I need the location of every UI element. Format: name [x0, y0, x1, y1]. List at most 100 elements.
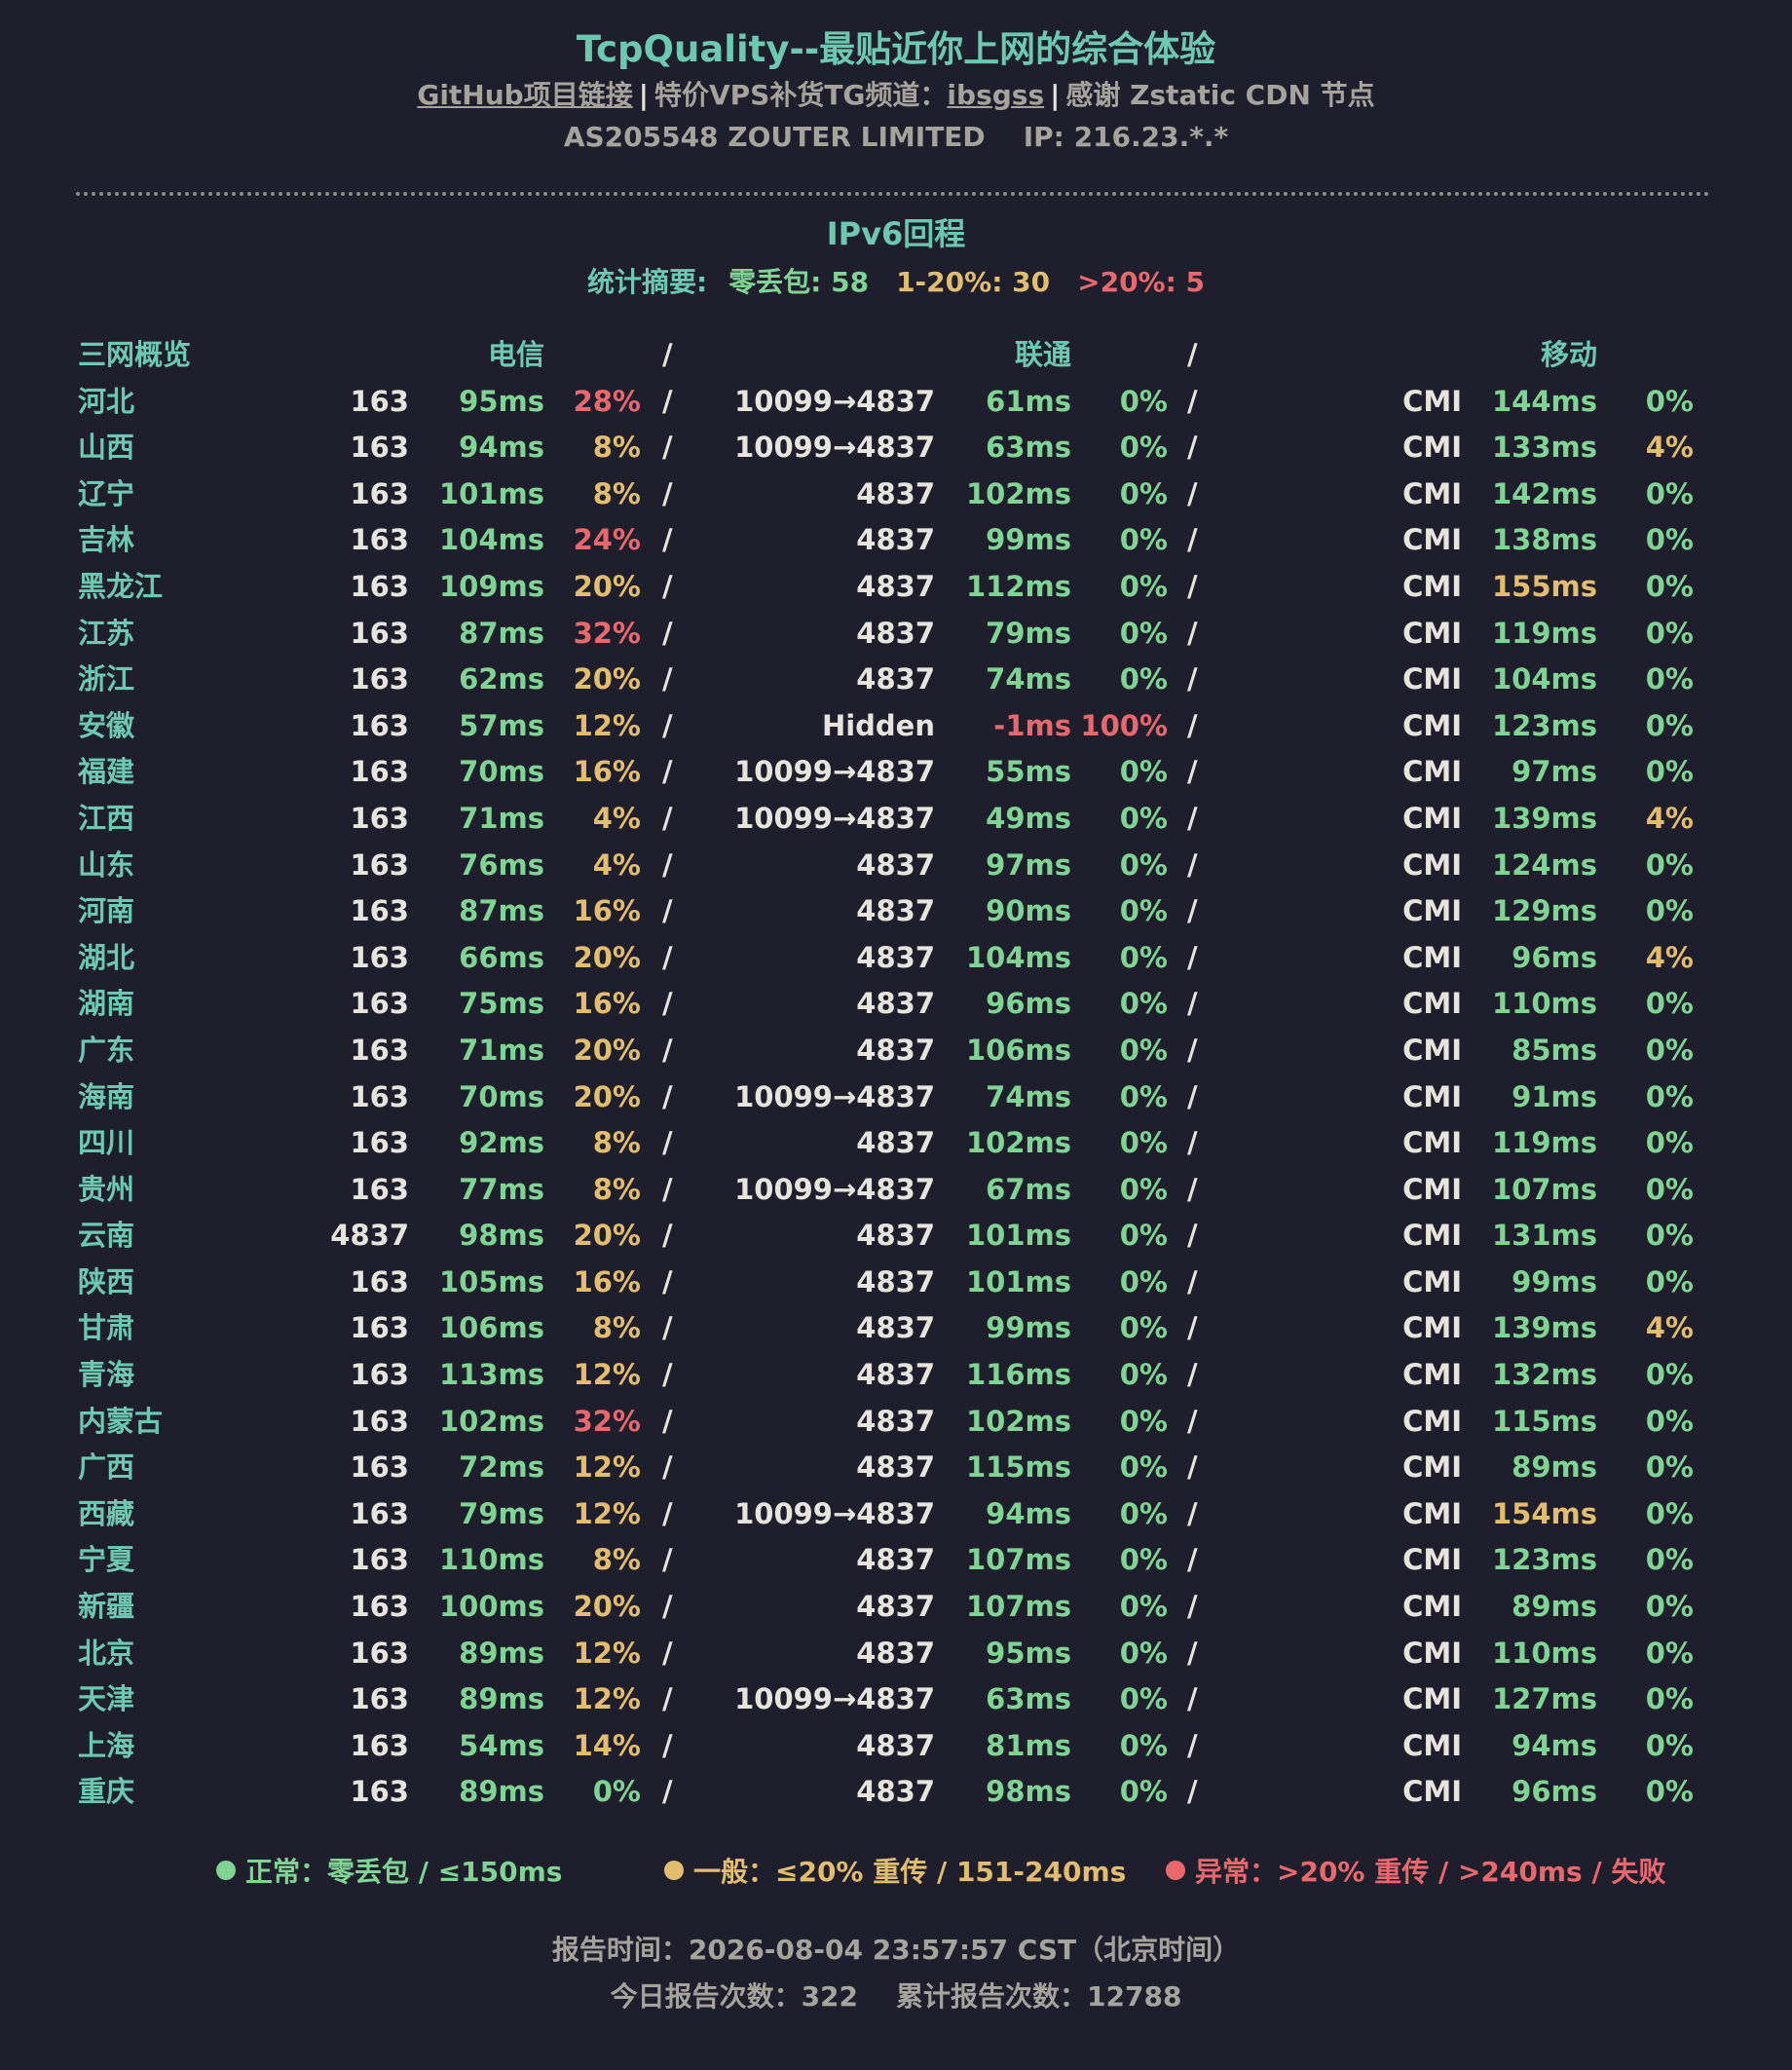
unicom-latency-cell: 63ms: [986, 1682, 1071, 1716]
slash-separator: /: [662, 616, 673, 650]
unicom-loss-cell: 0%: [1119, 1450, 1168, 1485]
telecom-loss-cell: 24%: [573, 523, 641, 557]
telecom-loss-cell: 8%: [592, 431, 641, 465]
slash-separator: /: [1187, 1682, 1198, 1716]
mobile-asn-cell: CMI: [1402, 431, 1462, 465]
province-cell: 陕西: [78, 1264, 135, 1298]
telecom-asn-cell: 163: [350, 801, 409, 835]
tg-channel-link[interactable]: ibsgss: [947, 79, 1044, 111]
telecom-asn-cell: 163: [350, 1264, 409, 1298]
table-row: 贵州 163 77ms 8% / 10099→4837 67ms 0% / CMI 107ms 0%: [0, 1170, 1792, 1217]
unicom-asn-cell: 4837: [856, 1775, 935, 1809]
unicom-asn-cell: 4837: [856, 662, 935, 696]
mid-loss-count: 1-20%: 30: [896, 266, 1051, 298]
province-cell: 北京: [78, 1636, 135, 1670]
unicom-loss-cell: 0%: [1119, 384, 1168, 418]
telecom-asn-cell: 163: [350, 1126, 409, 1160]
header-slash: /: [1187, 338, 1198, 371]
slash-separator: /: [662, 1450, 673, 1485]
unicom-asn-cell: 4837: [856, 616, 935, 650]
province-cell: 河南: [78, 894, 135, 928]
unicom-loss-cell: 0%: [1119, 1126, 1168, 1160]
table-row: 河南 163 87ms 16% / 4837 90ms 0% / CMI 129ms 0%: [0, 891, 1792, 938]
unicom-asn-cell: 4837: [856, 847, 935, 882]
telecom-asn-cell: 163: [350, 384, 409, 418]
unicom-loss-cell: 0%: [1119, 987, 1168, 1021]
table-row: 西藏 163 79ms 12% / 10099→4837 94ms 0% / CMI 154ms 0%: [0, 1494, 1792, 1541]
province-cell: 四川: [78, 1126, 135, 1160]
summary-stats: 统计摘要: 零丢包: 58 1-20%: 30 >20%: 5: [0, 261, 1792, 300]
telecom-loss-cell: 16%: [573, 894, 641, 928]
slash-separator: /: [1187, 384, 1198, 418]
slash-separator: /: [1187, 1079, 1198, 1113]
mobile-loss-cell: 0%: [1645, 1450, 1694, 1485]
table-row: 河北 163 95ms 28% / 10099→4837 61ms 0% / CMI 144ms 0%: [0, 382, 1792, 429]
unicom-loss-cell: 0%: [1119, 431, 1168, 465]
telecom-latency-cell: 71ms: [459, 801, 544, 835]
telecom-loss-cell: 12%: [573, 1358, 641, 1392]
github-link[interactable]: GitHub项目链接: [417, 79, 632, 111]
telecom-latency-cell: 72ms: [459, 1450, 544, 1485]
mobile-asn-cell: CMI: [1402, 384, 1462, 418]
province-cell: 西藏: [78, 1496, 135, 1530]
mobile-latency-cell: 123ms: [1491, 708, 1597, 742]
telecom-asn-cell: 163: [350, 1358, 409, 1392]
mobile-asn-cell: CMI: [1402, 1682, 1462, 1716]
telecom-loss-cell: 8%: [592, 1543, 641, 1577]
telecom-loss-cell: 16%: [573, 987, 641, 1021]
telecom-latency-cell: 95ms: [459, 384, 544, 418]
slash-separator: /: [662, 894, 673, 928]
table-row: 重庆 163 89ms 0% / 4837 98ms 0% / CMI 96ms 0%: [0, 1772, 1792, 1819]
slash-separator: /: [662, 1682, 673, 1716]
province-cell: 内蒙古: [78, 1404, 164, 1438]
slash-separator: /: [1187, 894, 1198, 928]
province-cell: 安徽: [78, 708, 135, 742]
table-row: 内蒙古 163 102ms 32% / 4837 102ms 0% / CMI 115ms 0%: [0, 1402, 1792, 1449]
telecom-loss-cell: 12%: [573, 1450, 641, 1485]
mobile-latency-cell: 97ms: [1512, 755, 1597, 789]
mobile-loss-cell: 0%: [1645, 569, 1694, 603]
unicom-latency-cell: 104ms: [965, 940, 1071, 974]
slash-separator: /: [662, 523, 673, 557]
telecom-loss-cell: 8%: [592, 1172, 641, 1206]
unicom-loss-cell: 0%: [1119, 1264, 1168, 1298]
telecom-asn-cell: 163: [350, 708, 409, 742]
table-row: 福建 163 70ms 16% / 10099→4837 55ms 0% / CMI 97ms 0%: [0, 752, 1792, 799]
unicom-asn-cell: 4837: [856, 1311, 935, 1345]
telecom-latency-cell: 62ms: [459, 662, 544, 696]
mobile-latency-cell: 144ms: [1491, 384, 1597, 418]
telecom-loss-cell: 20%: [573, 1219, 641, 1253]
slash-separator: /: [1187, 1450, 1198, 1485]
slash-separator: /: [1187, 569, 1198, 603]
legend-medium-text: 一般：≤20% 重传 / 151-240ms: [693, 1856, 1127, 1888]
unicom-asn-cell: 10099→4837: [734, 384, 935, 418]
table-row: 湖南 163 75ms 16% / 4837 96ms 0% / CMI 110ms 0%: [0, 984, 1792, 1031]
mobile-latency-cell: 104ms: [1491, 662, 1597, 696]
slash-separator: /: [662, 1728, 673, 1762]
telecom-latency-cell: 70ms: [459, 755, 544, 789]
mobile-loss-cell: 0%: [1645, 987, 1694, 1021]
province-cell: 山西: [78, 431, 135, 465]
province-cell: 海南: [78, 1079, 135, 1113]
yellow-dot-icon: [664, 1861, 684, 1880]
unicom-asn-cell: 4837: [856, 987, 935, 1021]
table-row: 青海 163 113ms 12% / 4837 116ms 0% / CMI 132ms 0%: [0, 1355, 1792, 1402]
summary-label: 统计摘要:: [586, 266, 708, 298]
mobile-asn-cell: CMI: [1402, 1775, 1462, 1809]
report-counts: 今日报告次数：322 累计报告次数：12788: [0, 1976, 1792, 2014]
slash-separator: /: [1187, 523, 1198, 557]
province-cell: 江西: [78, 801, 135, 835]
mobile-asn-cell: CMI: [1402, 569, 1462, 603]
mobile-asn-cell: CMI: [1402, 662, 1462, 696]
table-row: 北京 163 89ms 12% / 4837 95ms 0% / CMI 110ms 0%: [0, 1634, 1792, 1680]
mobile-loss-cell: 0%: [1645, 616, 1694, 650]
province-cell: 广东: [78, 1033, 135, 1067]
mobile-loss-cell: 0%: [1645, 523, 1694, 557]
unicom-latency-cell: 61ms: [986, 384, 1071, 418]
province-cell: 福建: [78, 755, 135, 789]
telecom-loss-cell: 8%: [592, 476, 641, 510]
telecom-loss-cell: 16%: [573, 1264, 641, 1298]
mobile-latency-cell: 115ms: [1491, 1404, 1597, 1438]
telecom-latency-cell: 77ms: [459, 1172, 544, 1206]
slash-separator: /: [1187, 1264, 1198, 1298]
